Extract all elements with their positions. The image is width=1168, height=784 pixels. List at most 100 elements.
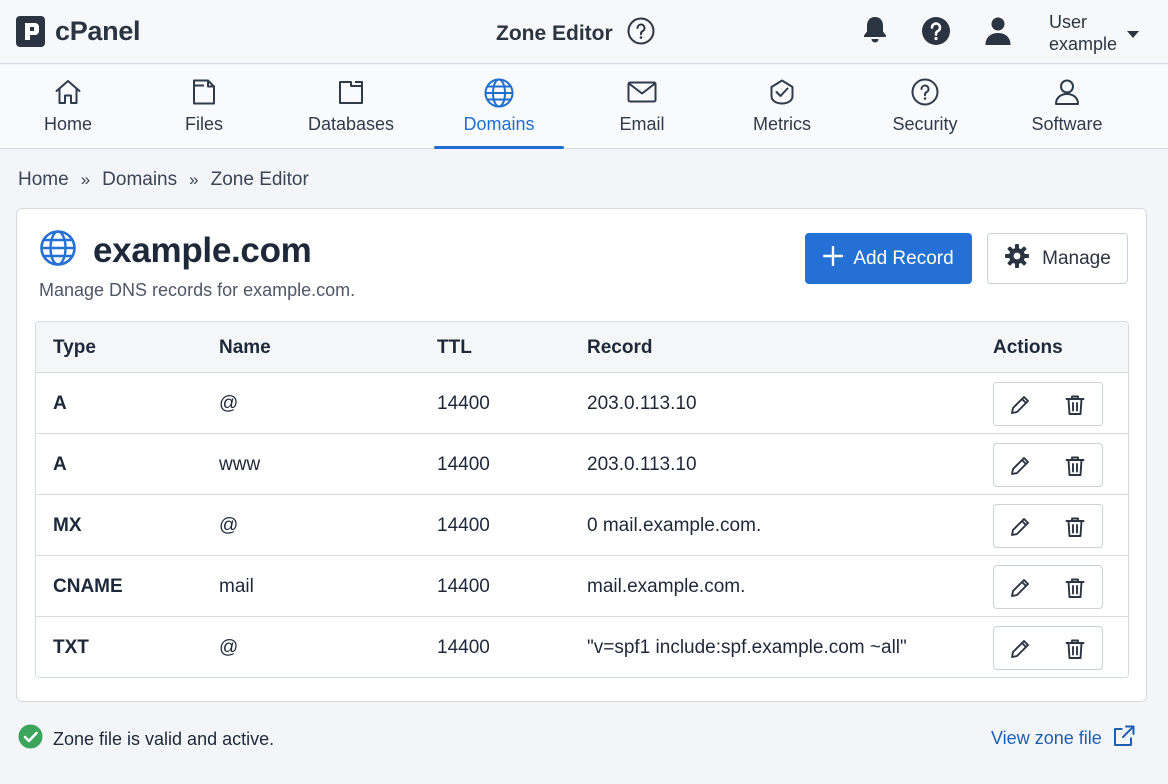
record-ttl: 14400 bbox=[437, 515, 490, 536]
breadcrumb-separator: » bbox=[189, 170, 199, 189]
view-zone-file-link[interactable]: View zone file bbox=[991, 724, 1136, 753]
gear-icon bbox=[1004, 243, 1030, 275]
check-circle-icon bbox=[18, 724, 43, 754]
globe-icon bbox=[483, 77, 515, 114]
bell-icon[interactable] bbox=[861, 14, 889, 51]
nav-item-email[interactable]: Email bbox=[602, 65, 682, 149]
brand-name: cPanel bbox=[55, 16, 141, 46]
active-tab-indicator bbox=[434, 146, 564, 149]
record-value: 0 mail.example.com. bbox=[587, 515, 762, 536]
nav-item-label: Email bbox=[619, 114, 665, 134]
brand[interactable]: cPanel bbox=[16, 16, 141, 47]
nav-item-metrics[interactable]: Metrics bbox=[740, 65, 824, 149]
breadcrumb: Home » Domains » Zone Editor bbox=[18, 169, 309, 191]
page-header-title: Zone Editor bbox=[496, 17, 655, 50]
add-record-button[interactable]: Add Record bbox=[805, 233, 972, 284]
caret-down-icon[interactable] bbox=[1126, 27, 1140, 45]
record-type: CNAME bbox=[53, 576, 123, 597]
help-circle-icon[interactable] bbox=[627, 17, 655, 50]
nav-item-label: Files bbox=[184, 114, 223, 134]
record-ttl: 14400 bbox=[437, 576, 490, 597]
column-header-actions: Actions bbox=[993, 337, 1063, 358]
column-header-ttl[interactable]: TTL bbox=[437, 337, 472, 359]
record-value: mail.example.com. bbox=[587, 576, 746, 597]
nav-item-label: Software bbox=[1031, 114, 1103, 134]
domain-description: Manage DNS records for example.com. bbox=[39, 280, 356, 300]
breadcrumb-current: Zone Editor bbox=[210, 169, 309, 190]
nav-item-software[interactable]: Software bbox=[1020, 65, 1114, 149]
table-row: A www 14400 203.0.113.10 bbox=[36, 434, 1128, 495]
zone-editor-card: example.com Manage DNS records for examp… bbox=[16, 208, 1147, 702]
top-header: cPanel Zone Editor User example bbox=[0, 0, 1168, 64]
row-actions bbox=[993, 565, 1103, 609]
nav-item-domains[interactable]: Domains bbox=[434, 65, 564, 149]
nav-item-files[interactable]: Files bbox=[164, 65, 244, 149]
trash-icon[interactable] bbox=[1062, 575, 1088, 601]
trash-icon[interactable] bbox=[1062, 392, 1088, 418]
record-value: 203.0.113.10 bbox=[587, 454, 697, 475]
edit-pencil-icon[interactable] bbox=[1007, 392, 1033, 418]
record-type: TXT bbox=[53, 637, 89, 658]
user-menu[interactable]: User example bbox=[1049, 11, 1117, 55]
table-row: MX @ 14400 0 mail.example.com. bbox=[36, 495, 1128, 556]
edit-pencil-icon[interactable] bbox=[1007, 514, 1033, 540]
record-name: www bbox=[219, 454, 261, 475]
home-icon bbox=[53, 77, 83, 112]
record-name: @ bbox=[219, 637, 239, 658]
breadcrumb-domains[interactable]: Domains bbox=[102, 169, 177, 191]
nav-item-databases[interactable]: Databases bbox=[300, 65, 402, 149]
nav-item-label: Security bbox=[892, 114, 958, 134]
status-text: Zone file is valid and active. bbox=[53, 728, 275, 749]
edit-pencil-icon[interactable] bbox=[1007, 575, 1033, 601]
username: example bbox=[1049, 34, 1118, 54]
folder-icon bbox=[336, 77, 366, 112]
user-avatar-icon[interactable] bbox=[983, 14, 1013, 51]
manage-button[interactable]: Manage bbox=[987, 233, 1128, 284]
row-actions bbox=[993, 626, 1103, 670]
domain-name: example.com bbox=[93, 230, 312, 270]
help-circle-icon bbox=[910, 77, 940, 112]
table-header: Type Name TTL Record Actions bbox=[36, 322, 1128, 373]
user-label: User bbox=[1049, 12, 1088, 32]
nav-item-label: Domains bbox=[463, 114, 535, 134]
record-value: "v=spf1 include:spf.example.com ~all" bbox=[587, 637, 907, 658]
row-actions bbox=[993, 382, 1103, 426]
dns-records-table: Type Name TTL Record Actions A @ 14400 2… bbox=[35, 321, 1129, 678]
column-header-type[interactable]: Type bbox=[53, 337, 96, 359]
edit-pencil-icon[interactable] bbox=[1007, 453, 1033, 479]
globe-icon bbox=[39, 229, 77, 272]
table-row: TXT @ 14400 "v=spf1 include:spf.example.… bbox=[36, 617, 1128, 677]
trash-icon[interactable] bbox=[1062, 636, 1088, 662]
column-header-name[interactable]: Name bbox=[219, 337, 271, 359]
trash-icon[interactable] bbox=[1062, 514, 1088, 540]
record-name: @ bbox=[219, 393, 239, 414]
record-value: 203.0.113.10 bbox=[587, 393, 697, 414]
edit-pencil-icon[interactable] bbox=[1007, 636, 1033, 662]
record-ttl: 14400 bbox=[437, 454, 490, 475]
breadcrumb-home[interactable]: Home bbox=[18, 169, 69, 191]
record-name: @ bbox=[219, 515, 239, 536]
record-type: A bbox=[53, 454, 67, 475]
manage-label: Manage bbox=[1042, 247, 1111, 269]
page-title: Zone Editor bbox=[496, 21, 613, 45]
file-icon bbox=[189, 77, 219, 112]
trash-icon[interactable] bbox=[1062, 453, 1088, 479]
breadcrumb-separator: » bbox=[80, 170, 91, 189]
nav-item-security[interactable]: Security bbox=[880, 65, 970, 149]
record-name: mail bbox=[219, 576, 254, 597]
metrics-icon bbox=[767, 77, 797, 112]
nav-item-label: Databases bbox=[307, 114, 395, 134]
cpanel-logo-icon bbox=[16, 16, 45, 47]
table-row: A @ 14400 203.0.113.10 bbox=[36, 373, 1128, 434]
nav-item-home[interactable]: Home bbox=[28, 65, 108, 149]
nav-item-label: Metrics bbox=[753, 114, 811, 134]
table-row: CNAME mail 14400 mail.example.com. bbox=[36, 556, 1128, 617]
view-zone-file-label: View zone file bbox=[991, 728, 1102, 748]
zone-status: Zone file is valid and active. bbox=[18, 724, 274, 754]
mail-icon bbox=[626, 77, 658, 112]
column-header-record[interactable]: Record bbox=[587, 337, 652, 359]
record-type: MX bbox=[53, 515, 82, 536]
user-icon bbox=[1052, 77, 1082, 112]
help-icon[interactable] bbox=[921, 14, 951, 51]
main-nav: Home Files Databases Domains Email Metri… bbox=[0, 65, 1168, 149]
